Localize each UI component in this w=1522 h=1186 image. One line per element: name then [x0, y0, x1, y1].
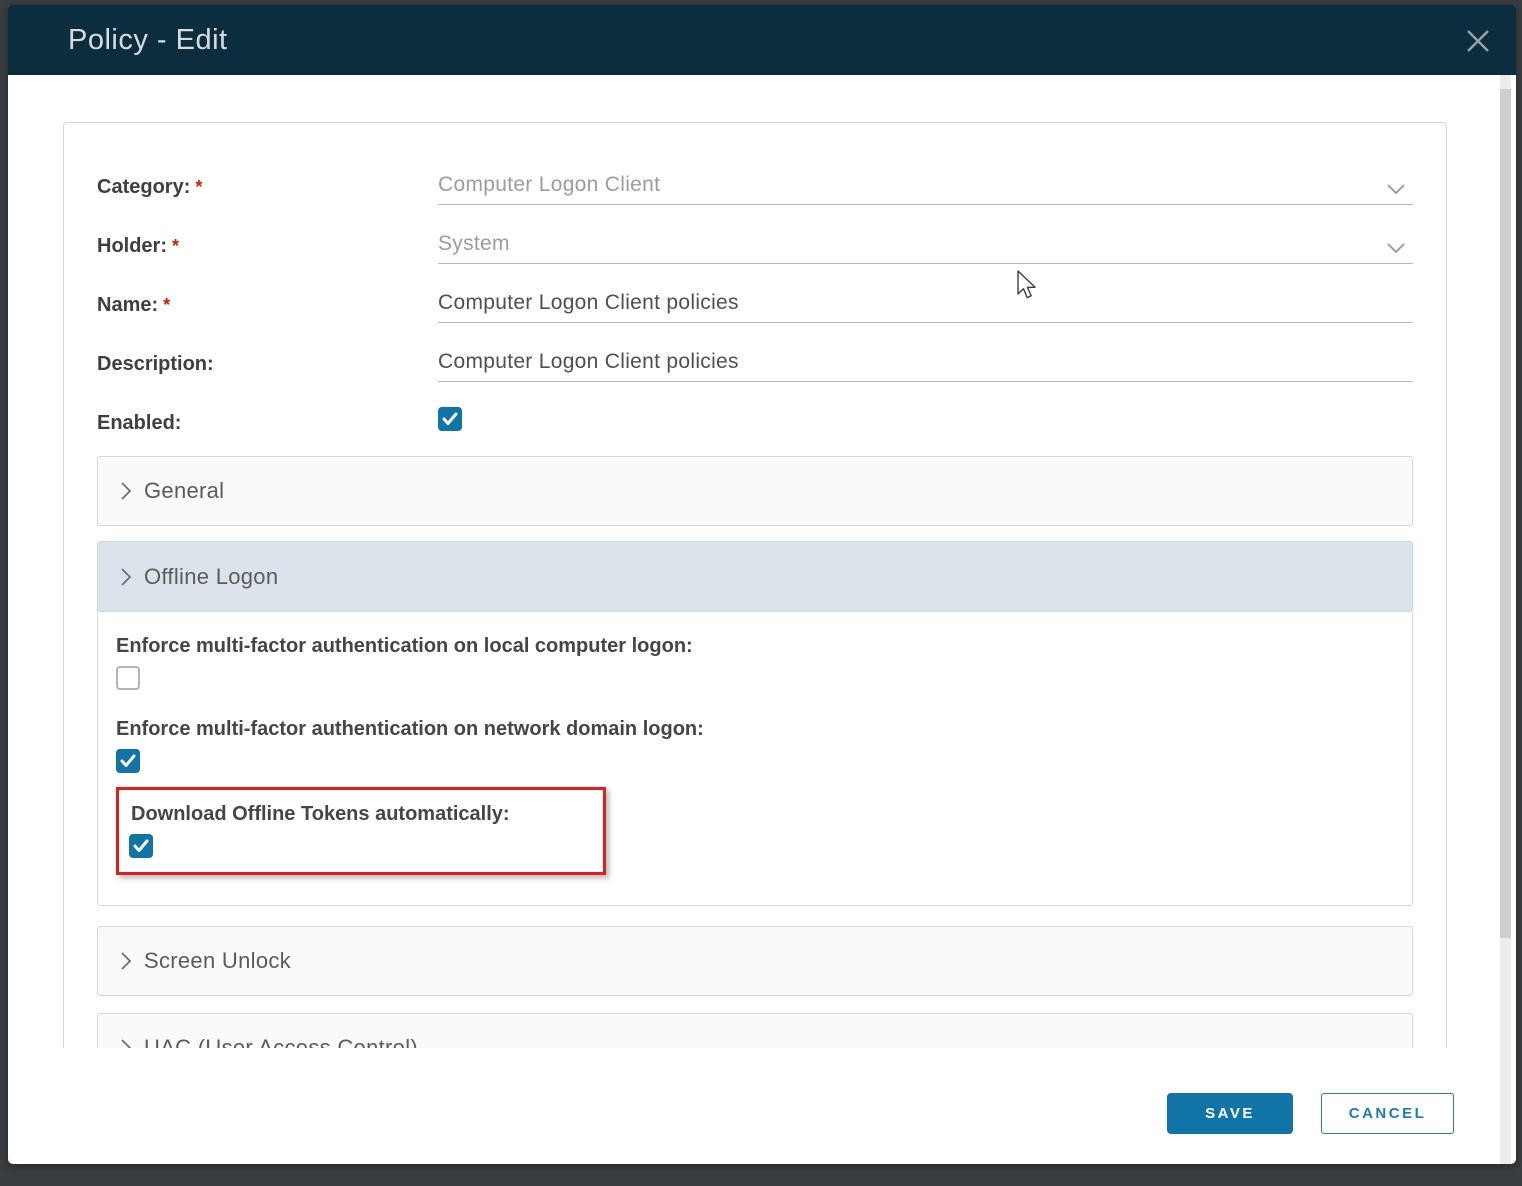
download-tokens-checkbox[interactable]: [129, 834, 153, 858]
enabled-label: Enabled:: [97, 412, 438, 441]
enabled-label-text: Enabled:: [97, 412, 181, 434]
local-logon-label: Enforce multi-factor authentication on l…: [116, 634, 1394, 658]
check-icon: [442, 412, 458, 426]
category-label-text: Category:: [97, 176, 190, 198]
name-value: Computer Logon Client policies: [438, 291, 739, 315]
holder-value: System: [438, 232, 510, 256]
description-label: Description:: [97, 353, 438, 382]
holder-select[interactable]: System: [438, 220, 1413, 264]
chevron-right-icon: [120, 951, 132, 971]
setting-local-logon: Enforce multi-factor authentication on l…: [116, 634, 1394, 695]
policy-edit-modal: Policy - Edit Category:* Computer Logon …: [8, 5, 1516, 1164]
check-icon: [120, 754, 136, 768]
holder-label-text: Holder:: [97, 235, 167, 257]
holder-label: Holder:*: [97, 235, 438, 264]
cancel-button[interactable]: CANCEL: [1321, 1093, 1454, 1134]
network-logon-label: Enforce multi-factor authentication on n…: [116, 717, 1394, 741]
section-offline-logon[interactable]: Offline Logon: [97, 541, 1413, 612]
highlight-box: Download Offline Tokens automatically:: [116, 787, 606, 875]
chevron-right-icon: [120, 1038, 132, 1048]
download-tokens-label: Download Offline Tokens automatically:: [131, 802, 587, 826]
chevron-right-icon: [120, 567, 132, 587]
chevron-down-icon: [1387, 243, 1405, 254]
required-asterisk: *: [172, 236, 179, 256]
policy-form-card: Category:* Computer Logon Client Holder:…: [63, 122, 1447, 1048]
offline-logon-panel: Enforce multi-factor authentication on l…: [97, 612, 1413, 906]
close-icon: [1464, 27, 1492, 55]
setting-network-logon: Enforce multi-factor authentication on n…: [116, 717, 1394, 773]
local-logon-checkbox[interactable]: [116, 666, 140, 690]
name-label-text: Name:: [97, 294, 158, 316]
section-screen-unlock-title: Screen Unlock: [144, 948, 291, 974]
section-general[interactable]: General: [97, 456, 1413, 526]
enabled-checkbox[interactable]: [438, 407, 462, 431]
check-icon: [133, 839, 149, 853]
modal-header: Policy - Edit: [8, 5, 1516, 75]
modal-title: Policy - Edit: [68, 24, 228, 57]
description-value: Computer Logon Client policies: [438, 350, 739, 374]
required-asterisk: *: [163, 295, 170, 315]
scrollbar-thumb[interactable]: [1500, 89, 1511, 938]
name-input[interactable]: Computer Logon Client policies: [438, 279, 1413, 323]
category-label: Category:*: [97, 176, 438, 205]
chevron-right-icon: [120, 481, 132, 501]
category-select[interactable]: Computer Logon Client: [438, 161, 1413, 205]
description-label-text: Description:: [97, 353, 214, 375]
enabled-field: [438, 397, 1413, 441]
vertical-scrollbar[interactable]: [1500, 75, 1511, 1164]
required-asterisk: *: [195, 177, 202, 197]
section-offline-logon-title: Offline Logon: [144, 564, 278, 590]
save-button[interactable]: SAVE: [1167, 1093, 1293, 1134]
field-row-holder: Holder:* System: [97, 220, 1413, 264]
section-uac-title: UAC (User Access Control): [144, 1035, 418, 1048]
field-row-name: Name:* Computer Logon Client policies: [97, 279, 1413, 323]
section-uac[interactable]: UAC (User Access Control): [97, 1013, 1413, 1048]
field-row-description: Description: Computer Logon Client polic…: [97, 338, 1413, 382]
name-label: Name:*: [97, 294, 438, 323]
section-general-title: General: [144, 478, 224, 504]
chevron-down-icon: [1387, 184, 1405, 195]
network-logon-checkbox[interactable]: [116, 749, 140, 773]
description-input[interactable]: Computer Logon Client policies: [438, 338, 1413, 382]
section-screen-unlock[interactable]: Screen Unlock: [97, 926, 1413, 996]
category-value: Computer Logon Client: [438, 173, 660, 197]
field-row-enabled: Enabled:: [97, 397, 1413, 441]
form-scroll-viewport[interactable]: Category:* Computer Logon Client Holder:…: [63, 122, 1447, 1048]
field-row-category: Category:* Computer Logon Client: [97, 161, 1413, 205]
close-button[interactable]: [1458, 21, 1498, 61]
